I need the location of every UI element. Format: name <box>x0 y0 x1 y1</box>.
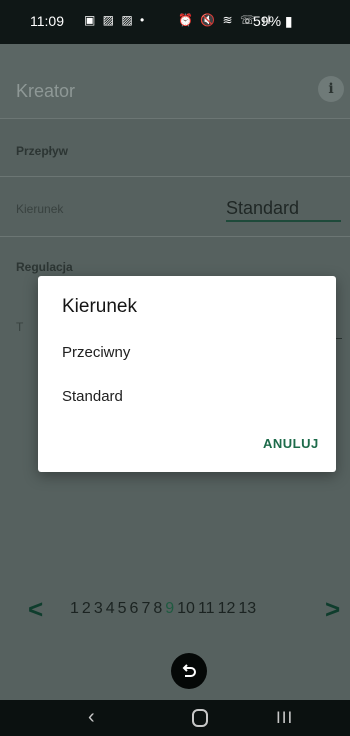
page-number[interactable]: 1 <box>70 600 79 617</box>
section-regulation-heading: Regulacja <box>16 260 73 274</box>
status-time: 11:09 <box>30 13 64 29</box>
battery-indicator: 59% ▮ <box>253 13 293 30</box>
page-number[interactable]: 7 <box>141 600 150 617</box>
nav-back-button[interactable]: ‹ <box>88 706 95 729</box>
page-number[interactable]: 12 <box>218 600 236 617</box>
page-number[interactable]: 6 <box>130 600 139 617</box>
page-number[interactable]: 9 <box>165 600 174 617</box>
next-page-button[interactable]: > <box>325 594 340 625</box>
battery-icon: ▮ <box>284 13 293 29</box>
status-bar: 11:09 ▣ ▨ ▨ • ⏰ 🔇 ≋ ☏ ıl 59% ▮ <box>0 0 350 44</box>
page-number[interactable]: 4 <box>106 600 115 617</box>
direction-underline <box>226 220 341 222</box>
dialog-option-przeciwny[interactable]: Przeciwny <box>62 344 130 361</box>
page-title: Kreator <box>16 81 76 101</box>
pagination: < 1 2 3 4 5 6 7 8 9 10 11 12 13 > <box>0 594 350 624</box>
dialog-title: Kierunek <box>62 296 137 317</box>
direction-label: Kierunek <box>16 202 64 216</box>
regulation-row-label: T <box>16 320 24 334</box>
info-icon[interactable]: i <box>318 76 344 102</box>
notification-icons: ▣ ▨ ▨ • <box>84 13 147 27</box>
system-nav-bar: ‹ III <box>0 700 350 736</box>
divider <box>0 176 350 177</box>
nav-home-button[interactable] <box>192 709 208 727</box>
battery-level: 59% <box>253 13 282 29</box>
page-number[interactable]: 8 <box>153 600 162 617</box>
page-number[interactable]: 3 <box>94 600 103 617</box>
dialog-option-standard[interactable]: Standard <box>62 388 123 405</box>
app-screen: 11:09 ▣ ▨ ▨ • ⏰ 🔇 ≋ ☏ ıl 59% ▮ Kreator i… <box>0 0 350 736</box>
page-number[interactable]: 5 <box>118 600 127 617</box>
direction-dialog: Kierunek Przeciwny Standard ANULUJ <box>38 276 336 472</box>
nav-recents-button[interactable]: III <box>276 708 293 728</box>
prev-page-button[interactable]: < <box>28 594 43 625</box>
undo-icon <box>182 664 196 677</box>
divider <box>0 236 350 237</box>
page-number[interactable]: 13 <box>238 600 256 617</box>
dialog-cancel-button[interactable]: ANULUJ <box>263 436 319 451</box>
undo-button[interactable] <box>171 653 207 689</box>
page-number[interactable]: 11 <box>198 600 215 617</box>
page-number[interactable]: 2 <box>82 600 91 617</box>
page-list: 1 2 3 4 5 6 7 8 9 10 11 12 13 <box>70 600 259 618</box>
section-flow-heading: Przepływ <box>16 144 69 158</box>
divider <box>0 118 350 119</box>
direction-select[interactable]: Standard <box>226 198 299 219</box>
app-bar: Kreator i <box>0 44 350 118</box>
page-number[interactable]: 10 <box>177 600 195 617</box>
